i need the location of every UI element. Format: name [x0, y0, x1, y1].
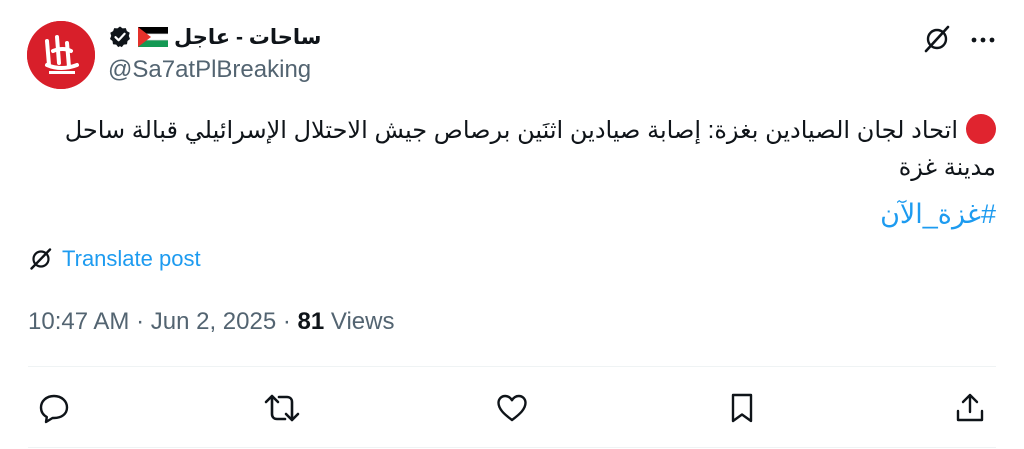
post-text: اتحاد لجان الصيادين بغزة: إصابة صيادين ا… [24, 112, 996, 186]
palestine-flag-icon [138, 27, 168, 47]
verified-badge-icon [108, 25, 132, 49]
views-count: 81 [297, 308, 325, 335]
red-circle-emoji-icon [966, 114, 996, 144]
grok-icon[interactable] [920, 22, 954, 56]
post-meta: 10:47 AM · Jun 2, 2025 · 81 Views [28, 308, 394, 336]
author-name-row: ساحات - عاجل [108, 22, 321, 52]
more-options-icon[interactable] [966, 24, 1000, 58]
divider-top [28, 366, 996, 367]
reply-icon[interactable] [34, 388, 74, 428]
like-icon[interactable] [492, 388, 532, 428]
post-timestamp[interactable]: 10:47 AM · Jun 2, 2025 · [28, 308, 298, 335]
action-bar [28, 384, 996, 434]
author-display-name[interactable]: ساحات - عاجل [174, 25, 321, 50]
sahat-logo-icon [27, 21, 95, 89]
share-icon[interactable] [950, 388, 990, 428]
translate-post-label: Translate post [62, 246, 201, 271]
hashtag-link[interactable]: #غزة_الآن [880, 199, 996, 230]
bookmark-icon[interactable] [722, 388, 762, 428]
author-handle[interactable]: @Sa7atPlBreaking [108, 56, 311, 84]
grok-translate-icon [30, 248, 52, 270]
divider-bottom [28, 447, 996, 448]
avatar[interactable] [27, 21, 95, 89]
post-text-content: اتحاد لجان الصيادين بغزة: إصابة صيادين ا… [64, 117, 996, 181]
views-label: Views [324, 308, 395, 335]
repost-icon[interactable] [262, 388, 302, 428]
translate-post-button[interactable]: Translate post [28, 246, 201, 272]
